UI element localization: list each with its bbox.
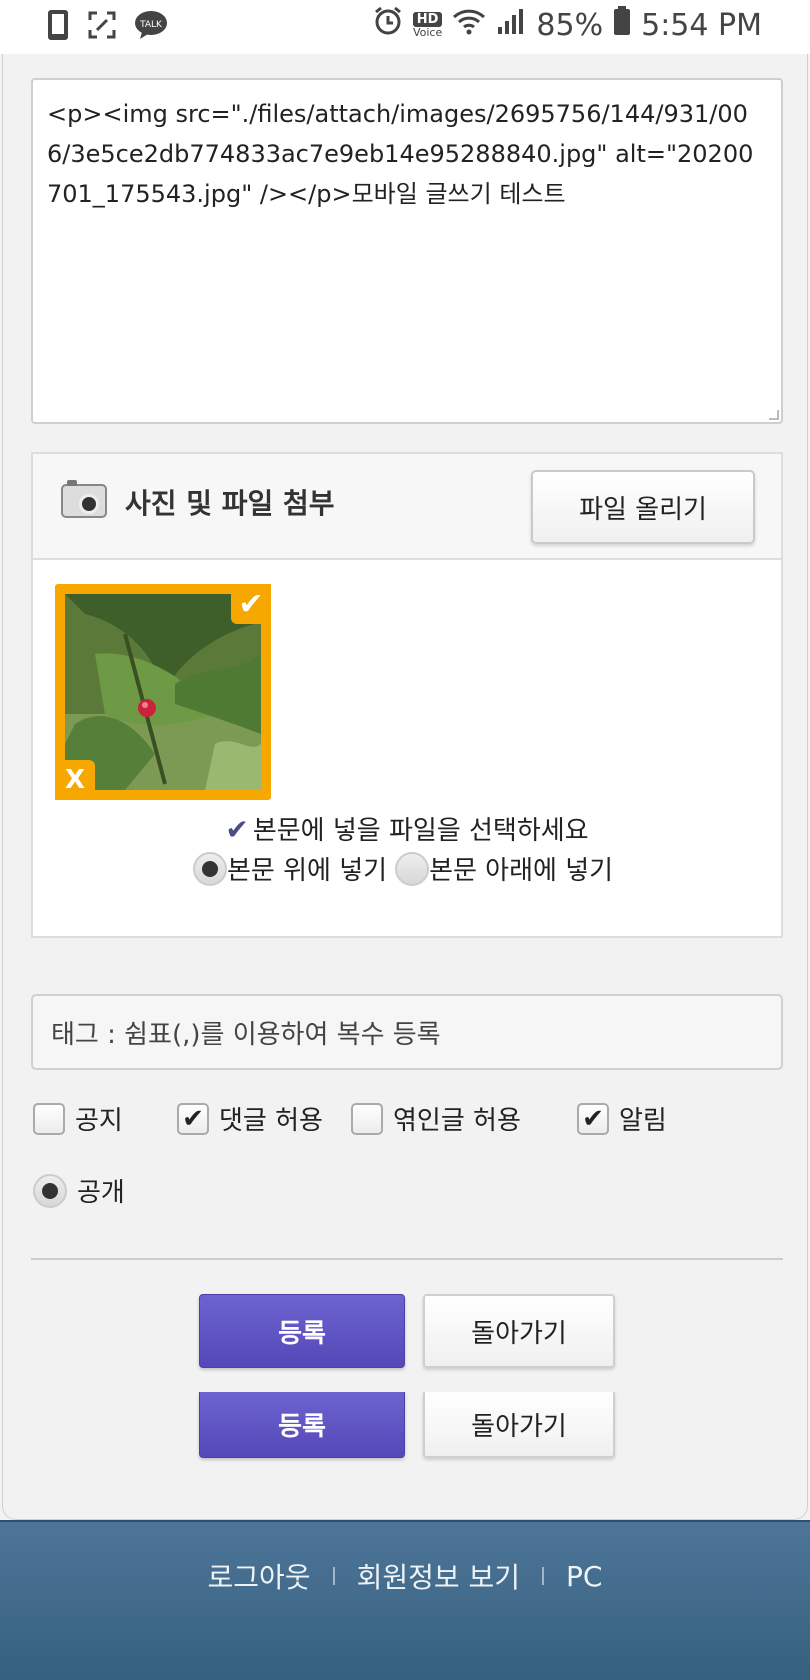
allow-comments-option[interactable]: ✔ 댓글 허용 [177, 1100, 323, 1137]
divider [31, 1258, 783, 1260]
place-below-radio[interactable] [395, 851, 430, 886]
battery-percent: 85% [536, 7, 604, 43]
voice-label: Voice [412, 26, 443, 39]
notice-checkbox[interactable] [33, 1102, 65, 1135]
public-radio[interactable] [33, 1173, 67, 1208]
thumbnail-photo [65, 594, 261, 790]
allow-trackback-option[interactable]: 엮인글 허용 [351, 1100, 521, 1137]
submit-button[interactable]: 등록 [199, 1294, 405, 1368]
resize-grip-icon[interactable] [769, 410, 779, 420]
alarm-icon [373, 6, 403, 44]
place-above-label[interactable]: 본문 위에 넣기 [227, 850, 387, 887]
tag-input[interactable]: 태그 : 쉼표(,)를 이용하여 복수 등록 [31, 994, 783, 1070]
allow-trackback-checkbox[interactable] [351, 1102, 383, 1135]
allow-comments-checkbox[interactable]: ✔ [177, 1102, 209, 1135]
insert-position-group: 본문 위에 넣기 본문 아래에 넣기 [193, 850, 613, 887]
attachment-header: 사진 및 파일 첨부 파일 올리기 [33, 454, 781, 560]
editor-text: <p><img src="./files/attach/images/26957… [47, 100, 754, 208]
allow-trackback-label: 엮인글 허용 [393, 1106, 521, 1136]
hd-voice-icon: HD Voice [412, 12, 443, 39]
file-upload-button[interactable]: 파일 올리기 [531, 470, 755, 544]
hd-label: HD [412, 12, 443, 27]
svg-text:TALK: TALK [139, 20, 163, 30]
footer-separator [542, 1567, 545, 1585]
insert-hint-text: 본문에 넣을 파일을 선택하세요 [252, 816, 589, 846]
content-editor[interactable]: <p><img src="./files/attach/images/26957… [31, 78, 783, 424]
notify-checkbox[interactable]: ✔ [577, 1102, 609, 1135]
public-option[interactable]: 공개 [33, 1172, 125, 1209]
attached-image-thumbnail[interactable]: ✔ X [55, 584, 271, 800]
allow-comments-label: 댓글 허용 [219, 1106, 323, 1136]
pc-version-link[interactable]: PC [566, 1560, 602, 1593]
checkmark-icon: ✔ [225, 813, 249, 846]
status-left-icons: TALK [46, 8, 168, 46]
place-below-label[interactable]: 본문 아래에 넣기 [429, 850, 613, 887]
post-options: 공지 ✔ 댓글 허용 엮인글 허용 ✔ 알림 [33, 1100, 793, 1140]
notice-option[interactable]: 공지 [33, 1100, 123, 1137]
clock: 5:54 PM [641, 7, 762, 43]
write-form: <p><img src="./files/attach/images/26957… [2, 54, 808, 1520]
logout-link[interactable]: 로그아웃 [208, 1556, 311, 1596]
attachment-title: 사진 및 파일 첨부 [125, 487, 335, 520]
footer-separator [332, 1567, 335, 1585]
submit-button-secondary[interactable]: 등록 [199, 1392, 405, 1458]
footer-links: 로그아웃 회원정보 보기 PC [0, 1556, 810, 1596]
notice-label: 공지 [75, 1106, 123, 1136]
phone-icon [46, 8, 70, 46]
talk-icon: TALK [134, 10, 168, 44]
insert-hint: ✔ 본문에 넣을 파일을 선택하세요 [33, 810, 781, 847]
screenshot-icon [88, 11, 116, 43]
thumbnail-delete-icon[interactable]: X [55, 760, 95, 800]
attachment-section: 사진 및 파일 첨부 파일 올리기 ✔ X ✔ 본문에 넣을 파일을 선택하세요… [31, 452, 783, 938]
battery-icon [613, 6, 631, 44]
thumbnail-check-icon[interactable]: ✔ [231, 584, 271, 624]
notify-option[interactable]: ✔ 알림 [577, 1100, 667, 1137]
camera-icon [61, 480, 107, 518]
signal-icon [496, 7, 526, 43]
notify-label: 알림 [619, 1106, 667, 1136]
place-above-radio[interactable] [193, 851, 227, 886]
back-button[interactable]: 돌아가기 [423, 1294, 615, 1368]
back-button-secondary[interactable]: 돌아가기 [423, 1392, 615, 1458]
footer: 로그아웃 회원정보 보기 PC [0, 1520, 810, 1680]
wifi-icon [452, 7, 486, 43]
member-info-link[interactable]: 회원정보 보기 [357, 1556, 520, 1596]
status-right-icons: HD Voice 85% 5:54 PM [373, 6, 762, 44]
status-bar: TALK HD Voice 85% 5:54 PM [0, 0, 810, 54]
public-label: 공개 [77, 1178, 125, 1208]
